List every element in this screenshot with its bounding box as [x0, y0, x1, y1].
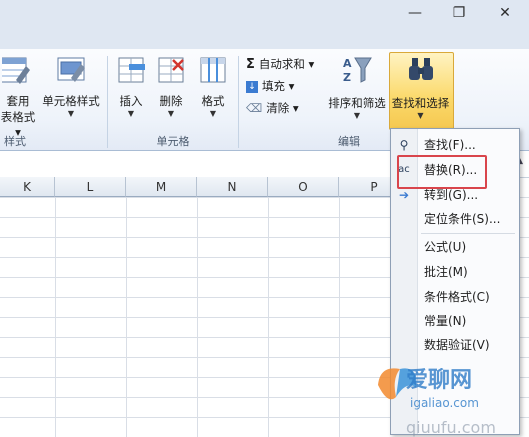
delete-dropdown-icon: ▼: [167, 109, 175, 118]
ribbon-tab-row: ^ ? — ❐ ✕: [0, 27, 529, 72]
format-as-table-label-top: 套用: [6, 94, 30, 108]
svg-text:A: A: [343, 57, 352, 70]
replace-highlight-box: [397, 155, 487, 189]
styles-group-label: 样式: [4, 135, 26, 148]
close-button[interactable]: ✕: [494, 4, 516, 22]
find-select-dropdown-icon: ▼: [417, 111, 424, 120]
cell-styles-icon: [57, 57, 85, 82]
grid-line: [126, 197, 127, 437]
watermark-bottom: qiuufu.com: [406, 418, 496, 437]
grid-line: [339, 197, 340, 437]
column-header-o[interactable]: O: [268, 177, 339, 197]
delete-label: 删除: [159, 94, 183, 108]
column-header-k[interactable]: K: [0, 177, 55, 197]
insert-button[interactable]: 插入 ▼: [113, 54, 149, 119]
watermark-logo: 爱聊网 igaliao.com qiuufu.com: [378, 368, 496, 437]
grid-line: [55, 197, 56, 437]
delete-cells-icon: [158, 57, 184, 83]
insert-cells-icon: [118, 57, 145, 83]
watermark-url: igaliao.com: [410, 396, 479, 410]
sort-filter-icon: A Z: [343, 57, 372, 84]
cell-styles-label: 单元格样式: [42, 94, 100, 108]
delete-button[interactable]: 删除 ▼: [153, 54, 189, 119]
sort-filter-dropdown-icon: ▼: [353, 111, 361, 120]
menu-item-find[interactable]: 查找(F)...: [424, 136, 476, 154]
fill-button[interactable]: ↓ 填充 ▾: [246, 77, 294, 96]
format-cells-icon: [200, 57, 226, 83]
autosum-button[interactable]: Σ 自动求和 ▾: [246, 55, 314, 74]
clear-button[interactable]: ⌫ 清除 ▾: [246, 99, 299, 118]
group-separator: [238, 56, 239, 148]
grid-line: [268, 197, 269, 437]
fill-down-icon: ↓: [246, 80, 258, 93]
title-bar: — ❐ ✕: [0, 0, 529, 27]
find-select-label: 查找和选择: [391, 96, 450, 110]
sort-filter-label: 排序和筛选: [328, 96, 386, 110]
format-as-table-button[interactable]: 套用 表格式 ▾: [0, 54, 36, 139]
find-binoculars-icon: ⚲: [399, 138, 409, 152]
menu-item-conditional-formatting[interactable]: 条件格式(C): [424, 288, 490, 306]
menu-item-formulas[interactable]: 公式(U): [424, 238, 466, 256]
menu-item-constants[interactable]: 常量(N): [424, 312, 466, 330]
insert-label: 插入: [119, 94, 143, 108]
insert-dropdown-icon: ▼: [127, 109, 135, 118]
group-separator: [107, 56, 108, 148]
autosum-label: 自动求和 ▾: [258, 57, 315, 71]
fill-label: 填充 ▾: [262, 79, 295, 93]
format-dropdown-icon: ▼: [209, 109, 217, 118]
column-header-m[interactable]: M: [126, 177, 197, 197]
format-label: 格式: [201, 94, 225, 108]
find-select-button[interactable]: 查找和选择 ▼: [389, 54, 452, 121]
cell-styles-button[interactable]: 单元格样式 ▼: [38, 54, 104, 119]
clear-label: 清除 ▾: [266, 101, 299, 115]
menu-item-comments[interactable]: 批注(M): [424, 263, 468, 281]
sort-filter-button[interactable]: A Z 排序和筛选 ▼: [326, 54, 388, 121]
sigma-icon: Σ: [246, 57, 255, 72]
menu-separator: [421, 233, 515, 234]
column-header-n[interactable]: N: [197, 177, 268, 197]
menu-item-goto-special[interactable]: 定位条件(S)...: [424, 210, 500, 228]
svg-text:Z: Z: [343, 71, 351, 84]
minimize-button[interactable]: —: [404, 4, 426, 22]
restore-button[interactable]: ❐: [448, 4, 470, 22]
binoculars-icon: [408, 58, 433, 80]
eraser-icon: ⌫: [246, 101, 263, 115]
cell-styles-dropdown-icon: ▼: [67, 109, 75, 118]
column-header-l[interactable]: L: [55, 177, 126, 197]
table-format-icon: [0, 57, 30, 84]
format-button[interactable]: 格式 ▼: [195, 54, 231, 119]
grid-line: [197, 197, 198, 437]
cells-group-label: 单元格: [156, 135, 190, 148]
watermark-brand: 爱聊网: [406, 368, 472, 393]
